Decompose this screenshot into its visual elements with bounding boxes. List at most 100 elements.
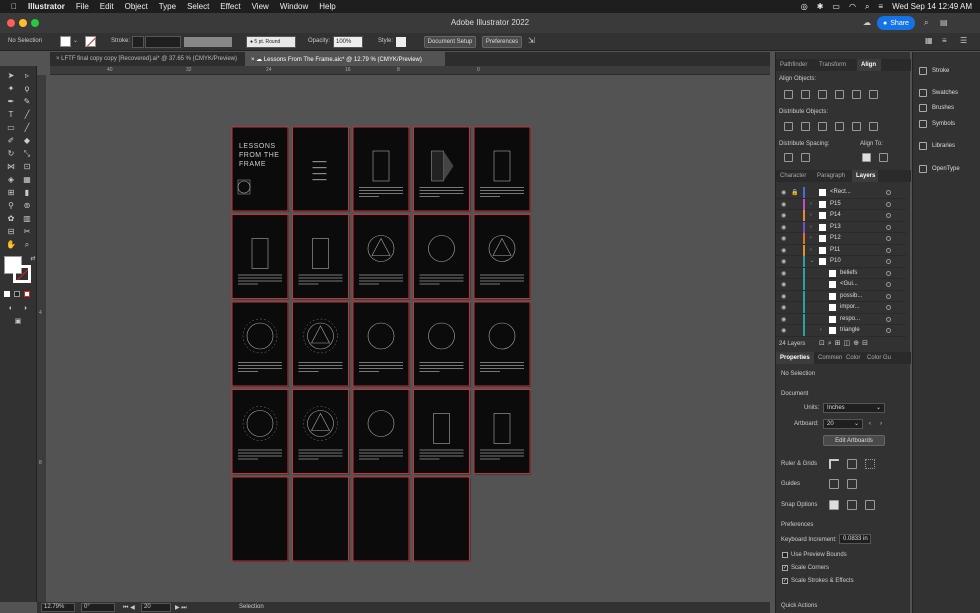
blend-tool-icon[interactable]: ⊚: [21, 200, 33, 211]
tab-color-guide[interactable]: Color Gu: [867, 355, 891, 361]
artboard[interactable]: [352, 214, 410, 300]
artboard[interactable]: [292, 126, 350, 212]
artboard[interactable]: [231, 126, 289, 212]
fill-swatch[interactable]: [60, 36, 71, 47]
rotate-tool-icon[interactable]: ↻: [5, 148, 17, 159]
menu-effect[interactable]: Effect: [220, 2, 240, 11]
visibility-eye-icon[interactable]: ◉: [781, 201, 786, 208]
layer-name[interactable]: P14: [830, 212, 841, 218]
layer-row[interactable]: ◉ beliefs: [776, 267, 906, 279]
brush-definition[interactable]: ● 5 pt. Round: [246, 36, 296, 48]
free-transform-icon[interactable]: ⊡: [21, 161, 33, 172]
dock-opentype[interactable]: OpenType: [919, 165, 960, 173]
artboard[interactable]: [231, 214, 289, 300]
layer-target-icon[interactable]: [886, 247, 891, 253]
show-guides-icon[interactable]: [829, 479, 839, 489]
artboard[interactable]: [473, 301, 531, 387]
layer-name[interactable]: respo...: [840, 316, 860, 322]
layer-row[interactable]: ◉ possib...: [776, 290, 906, 302]
rulers-icon[interactable]: [829, 459, 839, 469]
layer-target-icon[interactable]: [886, 328, 891, 333]
expand-arrow-icon[interactable]: ›: [810, 235, 812, 241]
lock-guides-icon[interactable]: [847, 479, 857, 489]
tab-paragraph[interactable]: Paragraph: [817, 173, 845, 179]
align-right-icon[interactable]: [818, 90, 827, 99]
artboard[interactable]: [352, 301, 410, 387]
layer-name[interactable]: P15: [830, 201, 841, 207]
layer-row[interactable]: ◉ 🔒 <Rect...: [776, 187, 906, 199]
chevron-down-icon[interactable]: ⌄: [73, 37, 78, 44]
draw-behind-icon[interactable]: ◑: [19, 303, 31, 314]
artboard[interactable]: [352, 476, 410, 562]
artboard-tool-icon[interactable]: ⊟: [5, 226, 17, 237]
units-select[interactable]: Inches ⌄: [823, 403, 885, 413]
layer-name[interactable]: P10: [830, 258, 841, 264]
layer-row[interactable]: ◉ impor...: [776, 302, 906, 314]
expand-arrow-icon[interactable]: ›: [810, 247, 812, 253]
next-artboard-icon[interactable]: ▶ ⏭: [175, 604, 187, 612]
layer-target-icon[interactable]: [886, 259, 891, 264]
tab-comments[interactable]: Commen: [818, 355, 842, 361]
artboard[interactable]: [292, 214, 350, 300]
tab-layers[interactable]: Layers: [856, 173, 875, 179]
lasso-icon[interactable]: ϙ: [21, 83, 33, 94]
paintbrush-icon[interactable]: ╱: [21, 122, 33, 133]
zoom-tool-icon[interactable]: ⌕: [21, 239, 33, 250]
layer-target-icon[interactable]: [886, 224, 891, 230]
layer-row[interactable]: ◉ respo...: [776, 313, 906, 325]
layer-target-icon[interactable]: [886, 236, 891, 241]
vertical-ruler[interactable]: 4 8: [37, 75, 46, 602]
menu-edit[interactable]: Edit: [100, 2, 114, 11]
distribute-left-icon[interactable]: [835, 122, 844, 131]
graph-tool-icon[interactable]: ▥: [21, 213, 33, 224]
draw-mode-icon[interactable]: ◐: [5, 303, 17, 314]
artboard[interactable]: [292, 389, 350, 475]
artboard[interactable]: [413, 126, 471, 212]
layer-row[interactable]: ◉ › P14: [776, 210, 906, 222]
artboard-navigation-input[interactable]: 20: [141, 603, 171, 612]
snap-to-glyph-icon[interactable]: [865, 500, 875, 510]
selection-tool-icon[interactable]: ➤: [5, 70, 17, 81]
share-button[interactable]: ● Share: [877, 16, 915, 30]
expand-arrow-icon[interactable]: ›: [810, 224, 812, 230]
visibility-eye-icon[interactable]: ◉: [781, 316, 786, 323]
artboard[interactable]: [292, 476, 350, 562]
tab-lftf-recovered[interactable]: × LFTF final copy copy [Recovered].ai* @…: [50, 52, 245, 66]
layer-name[interactable]: <Gui...: [840, 281, 858, 287]
canvas[interactable]: LESSONS FROM THE FRAME: [46, 75, 770, 602]
visibility-eye-icon[interactable]: ◉: [781, 304, 786, 311]
visibility-eye-icon[interactable]: ◉: [781, 212, 786, 219]
graphic-style-swatch[interactable]: [396, 37, 406, 47]
stroke-weight-input[interactable]: [145, 36, 181, 48]
menu-help[interactable]: Help: [319, 2, 335, 11]
mesh-tool-icon[interactable]: ⊞: [5, 187, 17, 198]
layer-name[interactable]: <Rect...: [830, 189, 851, 195]
artboard-next-icon[interactable]: ›: [880, 421, 882, 427]
expand-arrow-icon[interactable]: ›: [810, 201, 812, 207]
horizontal-ruler[interactable]: 40 32 24 16 8 0: [50, 66, 770, 75]
layer-name[interactable]: triangle: [840, 327, 860, 333]
layer-name[interactable]: impor...: [840, 304, 860, 310]
artboard[interactable]: [231, 389, 289, 475]
pen-tool-icon[interactable]: ✒: [5, 96, 17, 107]
arrange-documents-icon[interactable]: ▦: [925, 36, 933, 45]
visibility-eye-icon[interactable]: ◉: [781, 247, 786, 254]
curvature-tool-icon[interactable]: ✎: [21, 96, 33, 107]
dock-stroke[interactable]: Stroke: [919, 67, 949, 75]
expand-arrow-icon[interactable]: ⌄: [810, 258, 814, 264]
tab-color[interactable]: Color: [846, 355, 860, 361]
layer-target-icon[interactable]: [886, 316, 891, 322]
visibility-eye-icon[interactable]: ◉: [781, 258, 786, 265]
layer-name[interactable]: beliefs: [840, 270, 857, 276]
bluetooth-icon[interactable]: ✱: [817, 2, 824, 12]
layer-actions-icon[interactable]: ⊡⌕⊞◫⊕⊟: [819, 339, 871, 348]
direct-selection-tool-icon[interactable]: ▹: [21, 70, 33, 81]
document-setup-button[interactable]: Document Setup: [424, 36, 476, 48]
menu-file[interactable]: File: [76, 2, 89, 11]
layer-row[interactable]: ◉ ⌄ P10: [776, 256, 906, 268]
scale-strokes-checkbox[interactable]: ✓ Scale Strokes & Effects: [782, 578, 854, 584]
layer-row[interactable]: ◉ › P11: [776, 244, 906, 256]
layer-row[interactable]: ◉ › P12: [776, 233, 906, 245]
creative-cloud-icon[interactable]: ◎: [801, 2, 808, 12]
visibility-eye-icon[interactable]: ◉: [781, 293, 786, 300]
